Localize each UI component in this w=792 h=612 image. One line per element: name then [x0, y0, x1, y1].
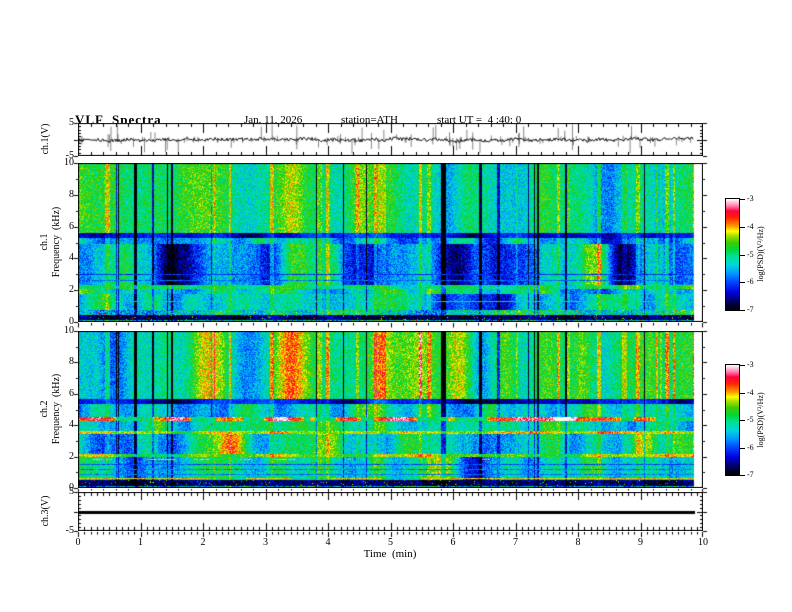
colorbar-tick	[740, 226, 745, 228]
y-tick-label: 8	[69, 356, 74, 368]
colorbar-tick-label: -7	[747, 305, 754, 314]
axis-ticks-overlay	[0, 0, 792, 612]
colorbar-tick	[740, 475, 745, 476]
colorbar-tick	[740, 199, 745, 200]
colorbar-tick-label: -4	[747, 387, 754, 397]
colorbar-tick-label: -7	[747, 470, 754, 479]
y-tick-label: 10	[64, 325, 74, 336]
colorbar-ch1	[725, 198, 740, 311]
y-tick-label: 2	[69, 450, 74, 462]
y-tick-label: 2	[69, 284, 74, 296]
x-tick-label: 6	[450, 537, 456, 548]
y-tick-label: 8	[69, 188, 74, 200]
colorbar-tick	[740, 392, 745, 394]
colorbar-tick-label: -6	[747, 442, 754, 452]
colorbar-tick	[740, 282, 745, 284]
y-tick-label: 10	[64, 157, 74, 168]
x-tick-label: 3	[263, 537, 268, 548]
x-axis-label: Time (min)	[363, 548, 417, 560]
colorbar-tick	[740, 447, 745, 449]
x-tick-label: 7	[513, 537, 518, 548]
colorbar-tick-label: -5	[747, 249, 754, 259]
colorbar-tick-label: -4	[747, 221, 754, 231]
colorbar-tick-label: -5	[747, 415, 754, 424]
x-tick-label: 4	[325, 537, 331, 548]
x-tick-label: 1	[138, 537, 143, 548]
x-tick-label: 10	[698, 537, 708, 548]
vlf-spectra-page: VLF Spectra Jan. 11, 2026 station=ATH st…	[0, 0, 792, 612]
y-tick-label: 5	[69, 486, 74, 497]
colorbar-tick	[740, 310, 745, 311]
colorbar-tick-label: -6	[747, 277, 754, 287]
y-tick-label: 4	[69, 419, 74, 431]
colorbar-tick-label: -3	[747, 360, 754, 369]
x-tick-label: 9	[638, 537, 643, 548]
colorbar-tick	[740, 420, 745, 421]
y-tick-label: 6	[69, 220, 74, 232]
y-tick-label: -5	[65, 525, 74, 536]
x-tick-label: 2	[200, 537, 206, 548]
colorbar-ch2	[725, 364, 740, 476]
colorbar-tick-label: -3	[747, 194, 754, 203]
colorbar-tick	[740, 254, 745, 256]
y-tick-label: 5	[69, 117, 74, 128]
y-tick-label: 4	[69, 252, 74, 264]
x-tick-label: 5	[388, 537, 393, 548]
y-tick-label: 6	[69, 387, 74, 399]
x-tick-label: 0	[75, 537, 81, 548]
x-tick-label: 8	[575, 537, 581, 548]
colorbar-tick	[740, 365, 745, 366]
